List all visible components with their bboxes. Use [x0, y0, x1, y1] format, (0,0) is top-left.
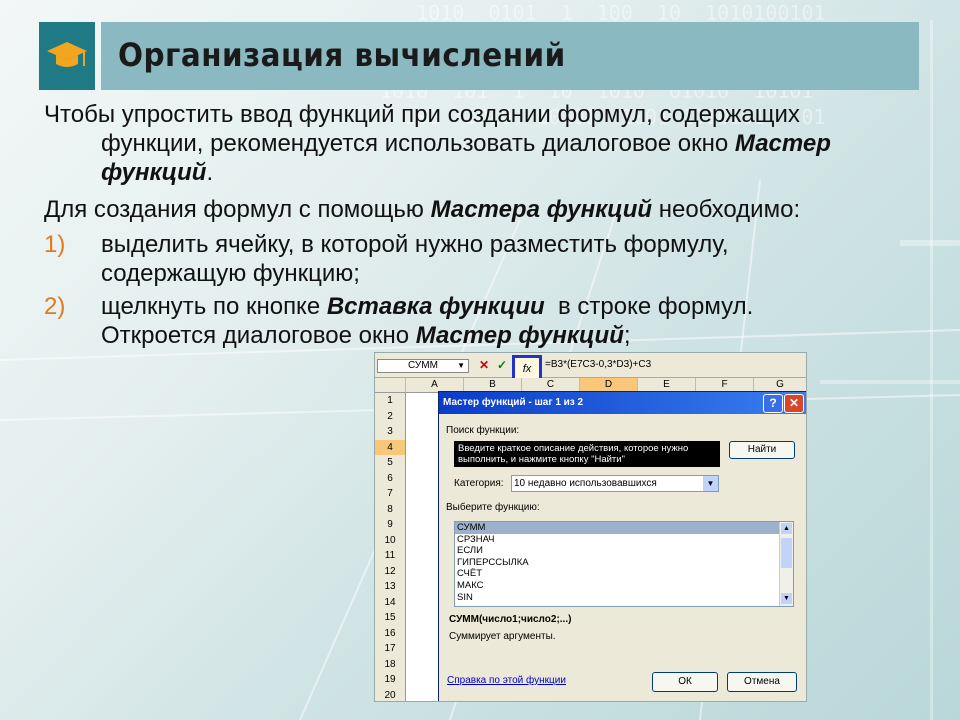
row-header[interactable]: 13 — [375, 579, 406, 596]
row-header[interactable]: 3 — [375, 424, 406, 441]
intro-line-2: функции, рекомендуется использовать диал… — [44, 129, 831, 158]
row-header[interactable]: 16 — [375, 625, 406, 642]
help-button[interactable]: ? — [763, 394, 783, 413]
step-2-text-c: Откроется диалоговое окно — [101, 322, 416, 349]
scroll-up-icon[interactable]: ▲ — [781, 523, 792, 534]
row-header[interactable]: 9 — [375, 517, 406, 534]
list-item[interactable]: ГИПЕРССЫЛКА — [455, 557, 793, 569]
cancel-button[interactable]: Отмена — [727, 672, 797, 692]
scroll-thumb[interactable] — [781, 538, 792, 568]
function-search-input[interactable]: Введите краткое описание действия, котор… — [454, 441, 720, 467]
function-list[interactable]: СУММ СРЗНАЧ ЕСЛИ ГИПЕРССЫЛКА СЧЁТ МАКС S… — [454, 521, 794, 607]
graduation-cap-icon — [47, 42, 87, 67]
row-header[interactable]: 18 — [375, 656, 406, 673]
steps-intro-end: необходимо: — [652, 196, 801, 223]
row-header[interactable]: 15 — [375, 610, 406, 627]
name-box[interactable]: СУММ ▼ — [377, 359, 469, 373]
search-label: Поиск функции: — [446, 425, 520, 436]
list-item[interactable]: МАКС — [455, 580, 793, 592]
cancel-formula-icon[interactable]: ✕ — [479, 358, 489, 372]
list-item[interactable]: СЧЁТ — [455, 568, 793, 580]
step-1-line-1: выделить ячейку, в которой нужно размест… — [101, 231, 729, 258]
category-value: 10 недавно использовавшихся — [514, 478, 657, 489]
row-header[interactable]: 17 — [375, 641, 406, 658]
select-all-corner[interactable] — [375, 378, 406, 393]
step-number: 1) — [44, 231, 66, 258]
step-2-text-a: щелкнуть по кнопке — [101, 293, 327, 320]
category-select[interactable]: 10 недавно использовавшихся ▼ — [511, 475, 719, 492]
step-text: выделить ячейку, в которой нужно размест… — [101, 230, 729, 288]
intro-text: функции, рекомендуется использовать диал… — [101, 130, 735, 157]
title-bar: Организация вычислений — [101, 22, 919, 90]
list-item[interactable]: СРЗНАЧ — [455, 534, 793, 546]
row-header[interactable]: 5 — [375, 455, 406, 472]
search-text-line-1: Введите краткое описание действия, котор… — [458, 443, 689, 454]
paragraph-intro: Чтобы упростить ввод функций при создани… — [44, 100, 831, 187]
chevron-down-icon[interactable]: ▼ — [703, 476, 718, 491]
choose-function-label: Выберите функцию: — [446, 502, 540, 513]
search-text-line-2: выполнить, и нажмите кнопку "Найти" — [458, 454, 625, 465]
name-box-value: СУММ — [408, 360, 438, 371]
find-button[interactable]: Найти — [729, 441, 795, 459]
list-item[interactable]: ЕСЛИ — [455, 545, 793, 557]
paragraph-steps-intro: Для создания формул с помощью Мастера фу… — [44, 195, 800, 224]
ok-button[interactable]: ОК — [652, 672, 718, 692]
intro-end: . — [206, 159, 214, 186]
dialog-title: Мастер функций - шаг 1 из 2 — [443, 397, 584, 408]
step-number: 2) — [44, 293, 66, 320]
list-item[interactable]: СУММ — [455, 522, 793, 534]
intro-line-3: функций. — [44, 158, 831, 187]
formula-input[interactable]: =B3*(E7C3-0,3*D3)+C3 — [545, 358, 651, 372]
steps-intro-emphasis: Мастера функций — [430, 196, 653, 223]
category-label: Категория: — [454, 478, 504, 489]
row-header[interactable]: 14 — [375, 594, 406, 611]
row-header[interactable]: 10 — [375, 532, 406, 549]
intro-line-1: Чтобы упростить ввод функций при создани… — [44, 101, 800, 128]
step-2: 2) щелкнуть по кнопке Вставка функции в … — [44, 292, 924, 352]
step-text: щелкнуть по кнопке Вставка функции в стр… — [101, 292, 753, 350]
row-header[interactable]: 12 — [375, 563, 406, 580]
dialog-title-bar: Мастер функций - шаг 1 из 2 ? ✕ — [439, 392, 806, 414]
step-1: 1) выделить ячейку, в которой нужно разм… — [44, 230, 924, 290]
step-2-end: ; — [623, 322, 631, 349]
graduation-cap-tile — [39, 22, 95, 90]
step-2-emphasis-2: Мастер функций — [415, 322, 624, 349]
step-2-line-1: щелкнуть по кнопке Вставка функции в стр… — [101, 292, 753, 321]
step-1-line-2: содержащую функцию; — [101, 260, 360, 287]
row-header[interactable]: 7 — [375, 486, 406, 503]
row-header[interactable]: 6 — [375, 470, 406, 487]
list-scrollbar[interactable]: ▲ ▼ — [779, 522, 793, 606]
row-header[interactable]: 1 — [375, 393, 406, 410]
steps-intro-text: Для создания формул с помощью — [44, 196, 431, 223]
enter-formula-icon[interactable]: ✓ — [497, 358, 507, 372]
list-item[interactable]: SIN — [455, 592, 793, 604]
excel-screenshot: СУММ ▼ ✕ ✓ fx =B3*(E7C3-0,3*D3)+C3 A B C … — [374, 352, 807, 702]
row-header[interactable]: 2 — [375, 408, 406, 425]
function-wizard-dialog: Мастер функций - шаг 1 из 2 ? ✕ Поиск фу… — [438, 391, 806, 701]
step-2-emphasis-1: Вставка функции — [326, 293, 545, 320]
intro-emphasis-1: Мастер — [734, 130, 831, 157]
step-2-text-b: в строке формул. — [544, 293, 754, 320]
step-2-line-2: Откроется диалоговое окно Мастер функций… — [101, 321, 753, 350]
chevron-down-icon[interactable]: ▼ — [457, 360, 465, 372]
function-description: Суммирует аргументы. — [449, 631, 556, 642]
row-header[interactable]: 4 — [375, 439, 406, 456]
close-icon[interactable]: ✕ — [784, 394, 804, 413]
row-header[interactable]: 20 — [375, 687, 406, 701]
function-signature: СУММ(число1;число2;...) — [449, 614, 572, 625]
row-header[interactable]: 11 — [375, 548, 406, 565]
row-header[interactable]: 19 — [375, 672, 406, 689]
row-header[interactable]: 8 — [375, 501, 406, 518]
formula-bar: СУММ ▼ ✕ ✓ fx =B3*(E7C3-0,3*D3)+C3 — [375, 353, 806, 385]
help-link[interactable]: Справка по этой функции — [447, 675, 566, 686]
intro-emphasis-2: функций — [101, 159, 207, 186]
page-title: Организация вычислений — [118, 36, 566, 74]
scroll-down-icon[interactable]: ▼ — [781, 593, 792, 604]
